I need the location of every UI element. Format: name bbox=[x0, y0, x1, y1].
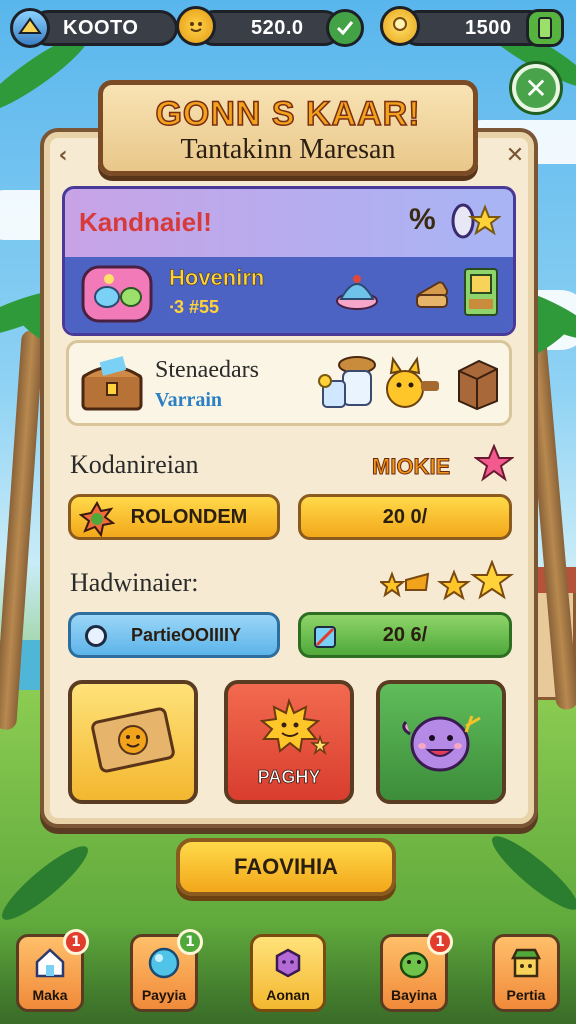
player-name: KOOTO bbox=[63, 16, 139, 39]
featured-card-title: Kandnaiel! bbox=[79, 207, 212, 237]
machine-item-icon bbox=[461, 265, 501, 323]
nav-badge: 1 bbox=[177, 929, 203, 955]
shop-icon bbox=[508, 945, 544, 981]
title-banner: GONN S KAAR! Tantakinn Maresan bbox=[98, 80, 478, 176]
banner-title: GONN S KAAR! bbox=[155, 94, 421, 134]
close-icon: ✕ bbox=[524, 71, 548, 105]
orb-icon bbox=[146, 945, 182, 981]
top-resource-bar: KOOTO 520.0 1500 bbox=[8, 6, 568, 48]
nav-item-pets[interactable]: 1 Bayina bbox=[380, 929, 453, 1012]
creature-icon bbox=[396, 945, 432, 981]
add-gems-button[interactable] bbox=[526, 9, 564, 47]
nav-item-store[interactable]: Pertia bbox=[492, 934, 560, 1012]
pink-star-icon bbox=[472, 443, 516, 486]
gems-value: 1500 bbox=[465, 16, 512, 39]
potion-items-icon bbox=[313, 351, 379, 417]
player-avatar-icon[interactable] bbox=[10, 8, 50, 48]
nav-item-home[interactable]: 1 Maka bbox=[16, 929, 89, 1012]
coins-value: 520.0 bbox=[251, 16, 304, 39]
crate-item-icon bbox=[455, 357, 501, 415]
cake-item-icon bbox=[331, 265, 387, 319]
sun-icon bbox=[244, 697, 334, 767]
section1-progress-bar: 20 0/ bbox=[298, 494, 512, 540]
ticket-tile[interactable] bbox=[68, 680, 198, 804]
nav-label: Payyia bbox=[141, 987, 187, 1003]
stars-rating-icon bbox=[378, 559, 515, 608]
section2-option-label: PartieOOIIIIY bbox=[130, 624, 242, 645]
coin-icon bbox=[176, 6, 216, 46]
section2-progress-text: 20 6/ bbox=[382, 623, 428, 646]
banner-subtitle: Tantakinn Maresan bbox=[180, 134, 396, 165]
bundle-subtitle: Varrain bbox=[155, 389, 223, 411]
featured-card-body: Hovenirn ∙3 #55 bbox=[65, 257, 513, 333]
monster-tile[interactable] bbox=[376, 680, 506, 804]
section1-progress-text: 20 0/ bbox=[382, 505, 428, 528]
coins-bar: 520.0 bbox=[196, 10, 342, 46]
bundle-title: Stenaedars bbox=[155, 357, 259, 383]
featured-item-name: Hovenirn bbox=[169, 265, 265, 291]
dragon-emblem-icon bbox=[78, 500, 116, 543]
monster-icon bbox=[396, 704, 486, 780]
gem-icon bbox=[270, 945, 306, 981]
treasure-chest-icon bbox=[79, 353, 145, 419]
percent-badge: % bbox=[409, 203, 436, 236]
sun-tile-label: PAGHY bbox=[257, 766, 321, 787]
featured-card-header: Kandnaiel! % bbox=[65, 189, 513, 257]
main-action-label: FAOVIHIA bbox=[234, 854, 338, 879]
add-coins-button[interactable] bbox=[326, 9, 364, 47]
nav-label: Aonan bbox=[266, 987, 310, 1003]
nav-label: Pertia bbox=[506, 987, 546, 1003]
palette-item-icon bbox=[79, 261, 155, 331]
player-name-bar: KOOTO bbox=[30, 10, 178, 46]
sun-tile[interactable]: PAGHY bbox=[224, 680, 354, 804]
section2-progress-bar: 20 6/ bbox=[298, 612, 512, 658]
section1-action-button[interactable]: ROLONDEM bbox=[68, 494, 280, 540]
section2-option-button[interactable]: PartieOOIIIIY bbox=[68, 612, 280, 658]
radio-icon bbox=[85, 625, 107, 647]
section2-label: Hadwinaier: bbox=[70, 568, 199, 597]
star-badge-icon bbox=[449, 201, 502, 245]
bundle-offer-card[interactable]: Stenaedars Varrain bbox=[66, 340, 512, 426]
section1-button-label: ROLONDEM bbox=[130, 505, 248, 528]
section1-tag: MIOKIE bbox=[371, 454, 451, 480]
ticket-icon bbox=[88, 705, 178, 779]
featured-offer-card[interactable]: Kandnaiel! % Hovenirn ∙3 #55 bbox=[62, 186, 516, 336]
trophy-icon bbox=[380, 6, 420, 46]
nav-badge: 1 bbox=[63, 929, 89, 955]
close-button[interactable]: ✕ bbox=[512, 64, 560, 112]
nav-item-play[interactable]: 1 Payyia bbox=[130, 929, 203, 1012]
section1-label: Kodanireian bbox=[70, 450, 199, 479]
checkbox-icon bbox=[313, 625, 337, 655]
wood-item-icon bbox=[413, 269, 453, 319]
nav-label: Bayina bbox=[391, 987, 437, 1003]
nav-badge: 1 bbox=[427, 929, 453, 955]
cat-pet-icon bbox=[381, 355, 443, 415]
house-icon bbox=[32, 945, 68, 981]
panel-close-icon[interactable]: ✕ bbox=[498, 140, 532, 170]
prev-arrow-icon[interactable]: ‹ bbox=[46, 140, 80, 170]
featured-item-price: ∙3 #55 bbox=[169, 297, 220, 317]
nav-label: Maka bbox=[32, 987, 68, 1003]
nav-item-shop-gem[interactable]: Aonan bbox=[250, 934, 326, 1012]
main-action-button[interactable]: FAOVIHIA bbox=[176, 838, 396, 896]
